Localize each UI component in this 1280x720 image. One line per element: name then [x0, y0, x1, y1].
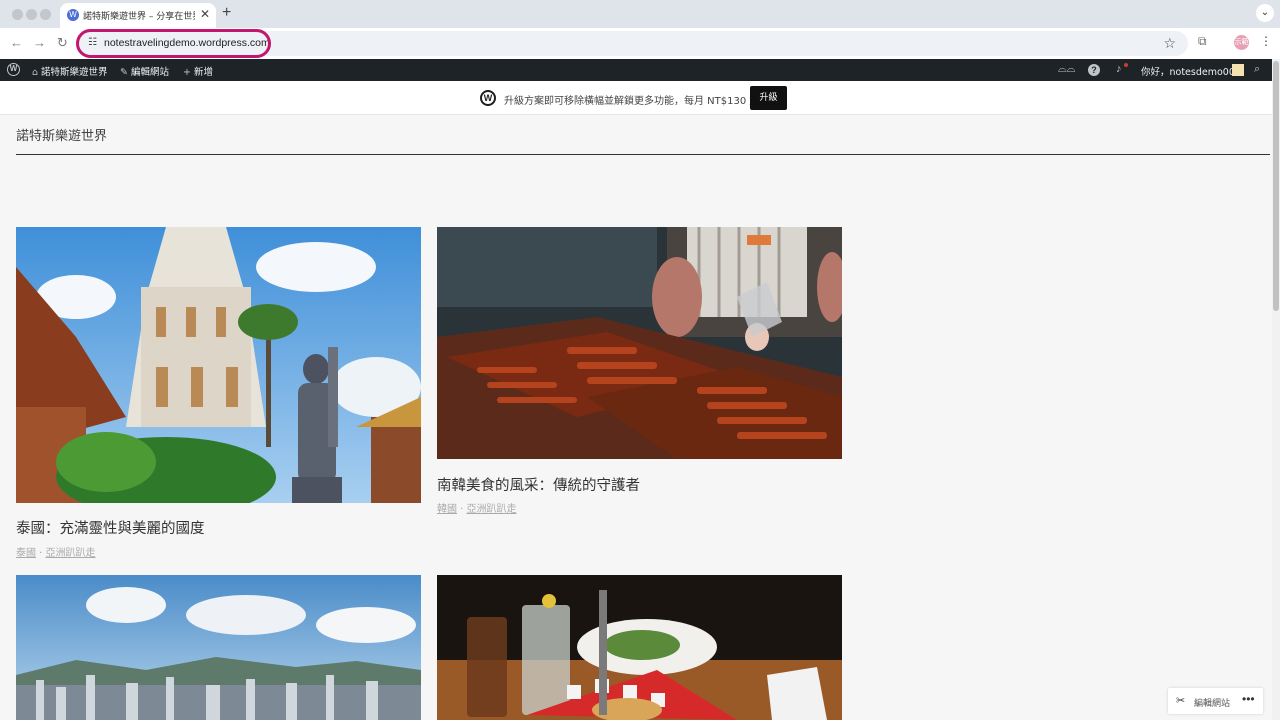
post-tag-category[interactable]: 亞洲趴趴走: [46, 548, 96, 559]
plus-icon: +: [183, 67, 191, 78]
tab-title: 諾特斯樂遊世界 – 分享在世界各地: [83, 12, 195, 22]
upgrade-banner: W 升級方案即可移除橫幅並解鎖更多功能，每月 NT$130 起 升級: [0, 81, 1272, 115]
post-title[interactable]: 南韓美食的風采：傳統的守護者: [437, 474, 640, 495]
wordpress-favicon-icon: W: [67, 9, 79, 21]
brush-icon: ✎: [120, 67, 128, 78]
post-image-restaurant[interactable]: [437, 575, 842, 720]
upgrade-button[interactable]: 升級: [750, 86, 787, 110]
wordpress-logo-icon: W: [480, 90, 496, 106]
floating-edit-label: 編輯網站: [1194, 699, 1231, 709]
back-arrow-icon[interactable]: ←: [10, 35, 23, 50]
admin-bar-new[interactable]: + 新增: [183, 64, 213, 78]
reader-glasses-icon[interactable]: ⌓⌓: [1058, 63, 1075, 76]
post-tag-country[interactable]: 韓國: [437, 504, 457, 515]
extensions-puzzle-icon[interactable]: ⧉: [1198, 34, 1207, 49]
window-minimize-button[interactable]: [26, 9, 37, 20]
more-options-icon[interactable]: •••: [1242, 692, 1255, 706]
post-meta: 泰國 · 亞洲趴趴走: [16, 548, 96, 559]
tab-close-icon[interactable]: ✕: [200, 7, 210, 21]
browser-toolbar: ← → ↻ ☷ notestravelingdemo.wordpress.com…: [0, 28, 1280, 59]
admin-bar-site-link[interactable]: ⌂ 諾特斯樂遊世界: [32, 64, 108, 78]
browser-menu-icon[interactable]: ⋮: [1260, 34, 1272, 48]
admin-bar-edit-label: 編輯網站: [130, 67, 169, 78]
tab-search-chevron-icon[interactable]: ⌄: [1256, 4, 1274, 22]
post-title[interactable]: 泰國：充滿靈性與美麗的國度: [16, 517, 205, 538]
browser-tab-strip: W 諾特斯樂遊世界 – 分享在世界各地 ✕ + ⌄: [0, 0, 1280, 28]
post-image-temple[interactable]: [16, 227, 421, 503]
forward-arrow-icon[interactable]: →: [33, 35, 46, 50]
user-avatar[interactable]: [1232, 64, 1244, 76]
window-maximize-button[interactable]: [40, 9, 51, 20]
new-tab-button[interactable]: +: [222, 4, 231, 22]
notification-badge: [1124, 63, 1128, 67]
page-scrollbar[interactable]: [1272, 59, 1280, 720]
search-icon[interactable]: ⌕: [1254, 63, 1260, 76]
admin-bar-new-label: 新增: [193, 67, 213, 78]
floating-edit-site-button[interactable]: ✂ 編輯網站 •••: [1168, 688, 1263, 714]
notifications-bell-icon[interactable]: ♪: [1116, 63, 1122, 75]
help-icon[interactable]: ?: [1088, 64, 1100, 76]
reload-icon[interactable]: ↻: [57, 35, 68, 51]
banner-text: 升級方案即可移除橫幅並解鎖更多功能，每月 NT$130 起: [504, 96, 760, 107]
window-close-button[interactable]: [12, 9, 23, 20]
admin-bar-greeting[interactable]: 你好，notesdemo002: [1141, 64, 1241, 78]
post-image-street-food[interactable]: [437, 227, 842, 459]
post-tag-country[interactable]: 泰國: [16, 548, 36, 559]
wordpress-logo-icon[interactable]: W: [7, 63, 20, 76]
admin-bar-edit-site[interactable]: ✎ 編輯網站: [120, 64, 169, 78]
tools-icon: ✂: [1176, 695, 1186, 707]
header-divider: [16, 154, 1270, 155]
post-tag-category[interactable]: 亞洲趴趴走: [467, 504, 517, 515]
post-image-city-skyline[interactable]: [16, 575, 421, 720]
admin-bar-site-name: 諾特斯樂遊世界: [41, 67, 108, 78]
scrollbar-thumb[interactable]: [1273, 61, 1279, 311]
home-icon: ⌂: [32, 67, 39, 78]
profile-avatar[interactable]: 示範: [1234, 35, 1249, 50]
bookmark-star-icon[interactable]: ☆: [1163, 35, 1176, 52]
browser-tab-active[interactable]: W 諾特斯樂遊世界 – 分享在世界各地 ✕: [60, 3, 216, 28]
url-highlight-annotation: [76, 29, 271, 58]
site-title[interactable]: 諾特斯樂遊世界: [16, 125, 107, 144]
wp-admin-bar: W ⌂ 諾特斯樂遊世界 ✎ 編輯網站 + 新增 ⌓⌓ ? ♪ 你好，notesdemo…: [0, 59, 1272, 81]
post-meta: 韓國 · 亞洲趴趴走: [437, 504, 517, 515]
